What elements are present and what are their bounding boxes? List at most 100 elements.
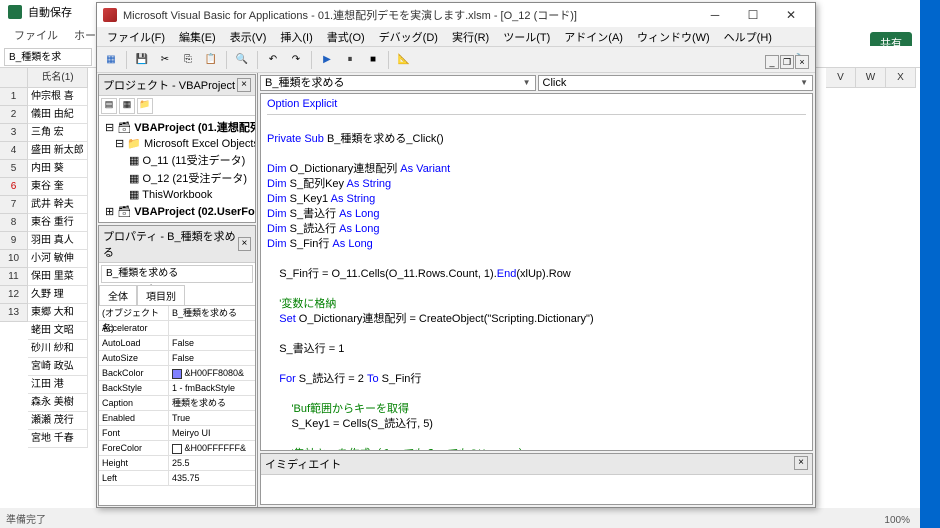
folder-node[interactable]: ⊟ 📁 Microsoft Excel Objects bbox=[101, 136, 253, 151]
vba-menu-item[interactable]: ヘルプ(H) bbox=[718, 27, 778, 47]
design-mode-icon[interactable]: 📐 bbox=[394, 50, 414, 70]
property-row[interactable]: FontMeiryo UI bbox=[99, 426, 255, 441]
row-header[interactable]: 4 bbox=[0, 142, 28, 160]
vba-menu-item[interactable]: デバッグ(D) bbox=[373, 27, 444, 47]
vba-menu-item[interactable]: 実行(R) bbox=[446, 27, 495, 47]
cell[interactable]: 三角 宏 bbox=[28, 124, 88, 142]
close-button[interactable]: ✕ bbox=[773, 4, 809, 26]
cell[interactable]: 久野 理 bbox=[28, 286, 88, 304]
cell[interactable]: 砂川 紗和 bbox=[28, 340, 88, 358]
property-row[interactable]: Left435.75 bbox=[99, 471, 255, 486]
vba-menu-item[interactable]: ファイル(F) bbox=[101, 27, 171, 47]
cell[interactable]: 瀬瀬 茂行 bbox=[28, 412, 88, 430]
cell[interactable]: 東谷 重行 bbox=[28, 214, 88, 232]
vba-titlebar[interactable]: Microsoft Visual Basic for Applications … bbox=[97, 3, 815, 27]
property-row[interactable]: EnabledTrue bbox=[99, 411, 255, 426]
cell[interactable]: 森永 美樹 bbox=[28, 394, 88, 412]
undo-icon[interactable]: ↶ bbox=[263, 50, 283, 70]
vba-menu-item[interactable]: 挿入(I) bbox=[274, 27, 318, 47]
doc-close-button[interactable]: × bbox=[795, 55, 809, 69]
cell[interactable]: 盛田 新太郎 bbox=[28, 142, 88, 160]
excel-menu-file[interactable]: ファイル bbox=[8, 25, 64, 45]
property-row[interactable]: Accelerator bbox=[99, 321, 255, 336]
vba-menu-item[interactable]: 表示(V) bbox=[224, 27, 273, 47]
property-row[interactable]: BackStyle1 - fmBackStyle bbox=[99, 381, 255, 396]
find-icon[interactable]: 🔍 bbox=[232, 50, 252, 70]
project-explorer[interactable]: プロジェクト - VBAProject × ▤ ▦ 📁 ⊟ 🗃 VBAProje… bbox=[98, 74, 256, 223]
col-header-x[interactable]: X bbox=[886, 68, 916, 88]
cell[interactable]: 武井 幹夫 bbox=[28, 196, 88, 214]
cell[interactable]: 東郷 大和 bbox=[28, 304, 88, 322]
row-header[interactable]: 6 bbox=[0, 178, 28, 196]
row-header[interactable]: 8 bbox=[0, 214, 28, 232]
properties-tab-alpha[interactable]: 全体 bbox=[99, 285, 137, 305]
code-editor[interactable]: Option Explicit Private Sub B_種類を求める_Cli… bbox=[260, 93, 813, 451]
property-row[interactable]: Caption種類を求める bbox=[99, 396, 255, 411]
col-header[interactable]: 氏名(1) bbox=[28, 68, 88, 88]
property-row[interactable]: AutoLoadFalse bbox=[99, 336, 255, 351]
select-all-corner[interactable] bbox=[0, 68, 28, 88]
cell[interactable]: 儀田 由紀 bbox=[28, 106, 88, 124]
row-header[interactable]: 2 bbox=[0, 106, 28, 124]
row-header[interactable]: 7 bbox=[0, 196, 28, 214]
cell[interactable]: 蛯田 文昭 bbox=[28, 322, 88, 340]
property-row[interactable]: ForeColor &H00FFFFFF& bbox=[99, 441, 255, 456]
cell[interactable]: 宮崎 政弘 bbox=[28, 358, 88, 376]
vba-menubar[interactable]: ファイル(F)編集(E)表示(V)挿入(I)書式(O)デバッグ(D)実行(R)ツ… bbox=[97, 27, 815, 47]
cell[interactable]: 東谷 奎 bbox=[28, 178, 88, 196]
save-icon[interactable]: 💾 bbox=[132, 50, 152, 70]
cell[interactable]: 宮地 千春 bbox=[28, 430, 88, 448]
vba-menu-item[interactable]: 編集(E) bbox=[173, 27, 222, 47]
break-icon[interactable]: ⏸ bbox=[340, 50, 360, 70]
vba-menu-item[interactable]: アドイン(A) bbox=[558, 27, 629, 47]
cell[interactable]: 保田 里菜 bbox=[28, 268, 88, 286]
cut-icon[interactable]: ✂ bbox=[155, 50, 175, 70]
object-dropdown[interactable]: B_種類を求める▼ bbox=[260, 75, 536, 91]
view-object-icon[interactable]: ▦ bbox=[119, 98, 135, 114]
vba-menu-item[interactable]: ツール(T) bbox=[497, 27, 556, 47]
cell[interactable]: 小河 敏伸 bbox=[28, 250, 88, 268]
procedure-dropdown[interactable]: Click▼ bbox=[538, 75, 814, 91]
col-header-w[interactable]: W bbox=[856, 68, 886, 88]
cell[interactable]: 江田 港 bbox=[28, 376, 88, 394]
doc-minimize-button[interactable]: _ bbox=[765, 55, 779, 69]
sheet-node[interactable]: ▦ O_11 (11受注データ) bbox=[101, 151, 253, 169]
redo-icon[interactable]: ↷ bbox=[286, 50, 306, 70]
view-excel-icon[interactable]: ▦ bbox=[101, 50, 121, 70]
properties-tab-categorized[interactable]: 項目別 bbox=[137, 285, 185, 305]
col-header-v[interactable]: V bbox=[826, 68, 856, 88]
doc-restore-button[interactable]: ❐ bbox=[780, 55, 794, 69]
row-header[interactable]: 12 bbox=[0, 286, 28, 304]
properties-object-combo[interactable]: B_種類を求める CommandButton bbox=[101, 265, 253, 283]
row-header[interactable]: 11 bbox=[0, 268, 28, 286]
minimize-button[interactable]: ─ bbox=[697, 4, 733, 26]
project-node[interactable]: ⊟ 🗃 VBAProject (01.連想配列デモ bbox=[101, 118, 253, 136]
sheet-node[interactable]: ▦ O_12 (21受注データ) bbox=[101, 169, 253, 187]
copy-icon[interactable]: ⎘ bbox=[178, 50, 198, 70]
cell[interactable]: 羽田 真人 bbox=[28, 232, 88, 250]
properties-pane[interactable]: プロパティ - B_種類を求める × B_種類を求める CommandButto… bbox=[98, 225, 256, 506]
vba-toolbar[interactable]: ▦ 💾 ✂ ⎘ 📋 🔍 ↶ ↷ ▶ ⏸ ■ 📐 🔧 bbox=[97, 47, 815, 73]
workbook-node[interactable]: ▦ ThisWorkbook bbox=[101, 187, 253, 202]
properties-close[interactable]: × bbox=[238, 237, 251, 251]
zoom-level[interactable]: 100% bbox=[884, 515, 910, 526]
property-row[interactable]: BackColor &H00FF8080& bbox=[99, 366, 255, 381]
property-row[interactable]: AutoSizeFalse bbox=[99, 351, 255, 366]
cell[interactable]: 内田 葵 bbox=[28, 160, 88, 178]
vba-menu-item[interactable]: ウィンドウ(W) bbox=[631, 27, 716, 47]
maximize-button[interactable]: ☐ bbox=[735, 4, 771, 26]
property-row[interactable]: Height25.5 bbox=[99, 456, 255, 471]
row-header[interactable]: 3 bbox=[0, 124, 28, 142]
row-header[interactable]: 13 bbox=[0, 304, 28, 322]
row-header[interactable]: 5 bbox=[0, 160, 28, 178]
project-pane-close[interactable]: × bbox=[237, 78, 251, 92]
property-row[interactable]: (オブジェクト名)B_種類を求める bbox=[99, 306, 255, 321]
row-header[interactable]: 9 bbox=[0, 232, 28, 250]
name-box[interactable]: B_種類を求 bbox=[4, 48, 92, 66]
reset-icon[interactable]: ■ bbox=[363, 50, 383, 70]
view-code-icon[interactable]: ▤ bbox=[101, 98, 117, 114]
row-header[interactable]: 1 bbox=[0, 88, 28, 106]
paste-icon[interactable]: 📋 bbox=[201, 50, 221, 70]
immediate-close[interactable]: × bbox=[794, 456, 808, 470]
row-header[interactable]: 10 bbox=[0, 250, 28, 268]
